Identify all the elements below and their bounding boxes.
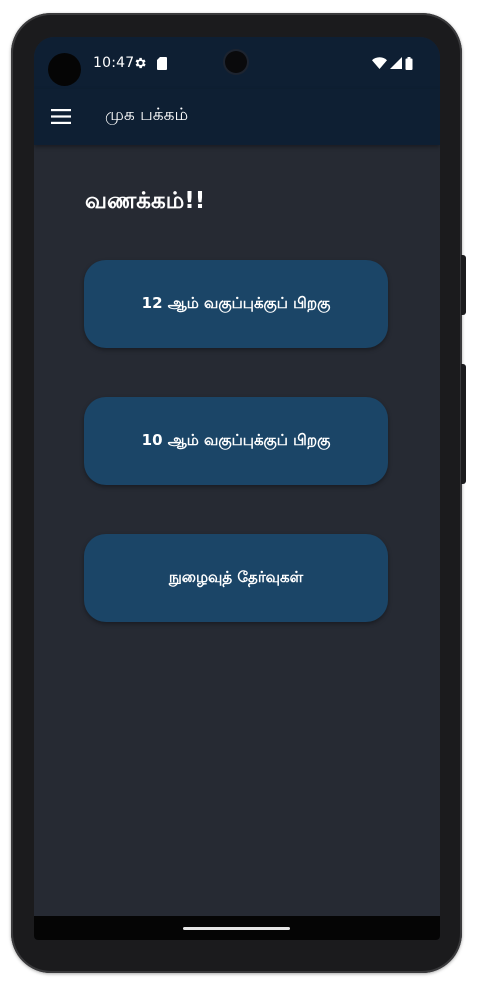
home-indicator[interactable] (183, 927, 290, 930)
settings-icon (135, 57, 146, 69)
wifi-icon (372, 57, 387, 69)
punch-hole-camera (225, 51, 247, 73)
status-icons (372, 56, 413, 70)
volume-rocker (461, 364, 466, 484)
signal-icon (390, 57, 402, 69)
after-10th-button[interactable]: 10 ஆம் வகுப்புக்குப் பிறகு (84, 397, 388, 485)
navigation-bar (34, 916, 440, 940)
power-button (461, 255, 466, 315)
battery-icon (405, 56, 413, 70)
entrance-exams-button[interactable]: நுழைவுத் தேர்வுகள் (84, 534, 388, 622)
status-bar: 10:47 (34, 37, 440, 89)
greeting-heading: வணக்கம்!! (85, 188, 206, 214)
front-camera-icon (48, 53, 81, 86)
after-12th-button[interactable]: 12 ஆம் வகுப்புக்குப் பிறகு (84, 260, 388, 348)
hamburger-menu-icon[interactable] (51, 108, 71, 125)
sd-card-icon (157, 57, 167, 70)
app-bar: முக பக்கம் (34, 89, 440, 145)
app-title: முக பக்கம் (105, 105, 189, 125)
screen: 10:47 முக பக்கம் வணக்கம்!! 12 ஆம் வகுப்ப… (34, 37, 440, 940)
status-time: 10:47 (93, 55, 135, 71)
